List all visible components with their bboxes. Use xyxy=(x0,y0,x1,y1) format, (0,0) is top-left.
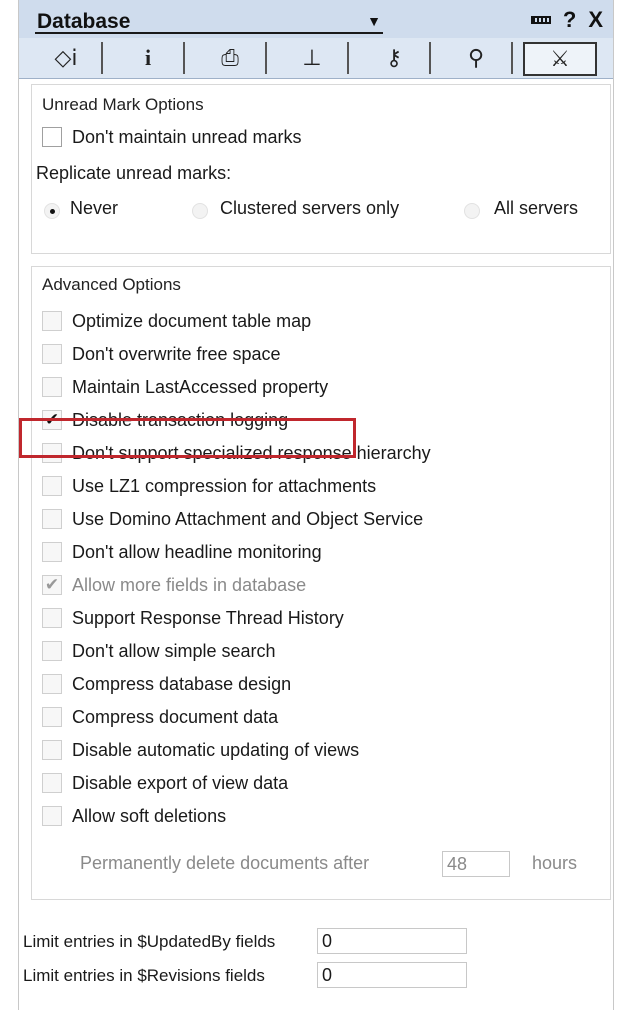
advanced-icon: ⚔ xyxy=(550,46,570,71)
advanced-option-label: Allow soft deletions xyxy=(72,806,227,826)
advanced-option-label: Disable automatic updating of views xyxy=(72,740,360,760)
checkbox-label: Don't maintain unread marks xyxy=(72,127,302,147)
advanced-option-label: Don't allow simple search xyxy=(72,641,276,661)
advanced-option-label: Support Response Thread History xyxy=(72,608,344,628)
advanced-option-checkbox[interactable] xyxy=(42,344,62,364)
help-icon[interactable]: ? xyxy=(563,7,576,33)
advanced-option-checkbox[interactable] xyxy=(42,476,62,496)
soft-delete-prefix: Permanently delete documents after xyxy=(80,853,370,873)
radio-label: All servers xyxy=(494,198,579,218)
advanced-option-checkbox[interactable] xyxy=(42,311,62,331)
collapse-icon[interactable] xyxy=(530,16,551,24)
search-icon: ⚲ xyxy=(467,45,485,70)
advanced-option-checkbox[interactable] xyxy=(42,806,62,826)
tab-basics[interactable]: ◇ⅰ xyxy=(31,42,103,74)
advanced-option-label: Optimize document table map xyxy=(72,311,312,331)
advanced-option-checkbox[interactable] xyxy=(42,707,62,727)
properties-type-dropdown[interactable]: Database ▼ xyxy=(35,10,383,34)
radio-label: Never xyxy=(70,198,119,218)
panel-title: Database xyxy=(37,10,131,33)
advanced-option-checkbox[interactable] xyxy=(42,773,62,793)
section-title: Unread Mark Options xyxy=(42,95,204,114)
advanced-option-checkbox[interactable] xyxy=(42,641,62,661)
advanced-option-label: Maintain LastAccessed property xyxy=(72,377,329,397)
design-icon: ⊥ xyxy=(302,45,322,70)
unread-mark-section: Unread Mark Options Don't maintain unrea… xyxy=(31,84,611,254)
advanced-option-checkbox[interactable] xyxy=(42,740,62,760)
advanced-options-section: Advanced Options Optimize document table… xyxy=(31,266,611,900)
tab-search[interactable]: ⚲ xyxy=(441,42,513,74)
advanced-option-label: Use LZ1 compression for attachments xyxy=(72,476,377,496)
title-bar: Database ▼ ? X xyxy=(19,0,613,39)
database-properties-panel: Database ▼ ? X ◇ⅰ i ⎙ ⊥ ⚷ ⚲ ⚔ Unread Mar… xyxy=(18,0,614,1010)
advanced-option-checkbox[interactable] xyxy=(42,542,62,562)
section-title: Advanced Options xyxy=(42,275,181,294)
advanced-option-checkbox: ✔ xyxy=(42,575,62,595)
advanced-option-checkbox[interactable] xyxy=(42,377,62,397)
window-controls: ? X xyxy=(530,7,603,33)
tab-info[interactable]: i xyxy=(113,42,185,74)
advanced-option-label: Don't allow headline monitoring xyxy=(72,542,322,562)
advanced-option-label: Use Domino Attachment and Object Service xyxy=(72,509,424,529)
advanced-option-label: Disable export of view data xyxy=(72,773,289,793)
tab-design[interactable]: ⊥ xyxy=(277,42,349,74)
key-icon: ⚷ xyxy=(385,45,403,70)
info-icon: i xyxy=(144,45,152,70)
advanced-option-label: Don't overwrite free space xyxy=(72,344,281,364)
radio-clustered[interactable] xyxy=(192,203,208,219)
printer-icon: ⎙ xyxy=(221,45,239,70)
advanced-option-checkbox[interactable] xyxy=(42,509,62,529)
radio-never[interactable] xyxy=(44,203,60,219)
advanced-option-label: Compress document data xyxy=(72,707,279,727)
tab-print[interactable]: ⎙ xyxy=(195,42,267,74)
updatedby-limit-field[interactable] xyxy=(317,928,467,954)
advanced-option-checkbox[interactable] xyxy=(42,674,62,694)
updatedby-limit-label: Limit entries in $UpdatedBy fields xyxy=(23,932,276,951)
revisions-limit-label: Limit entries in $Revisions fields xyxy=(23,966,265,985)
dont-maintain-unread-checkbox[interactable] xyxy=(42,127,62,147)
radio-label: Clustered servers only xyxy=(220,198,400,218)
advanced-option-label: Allow more fields in database xyxy=(72,575,307,595)
close-icon[interactable]: X xyxy=(588,7,603,33)
radio-all-servers[interactable] xyxy=(464,203,480,219)
advanced-option-checkbox[interactable] xyxy=(42,608,62,628)
tab-strip: ◇ⅰ i ⎙ ⊥ ⚷ ⚲ ⚔ xyxy=(19,38,613,79)
chevron-down-icon: ▼ xyxy=(367,13,381,29)
highlight-box xyxy=(19,418,356,458)
soft-delete-suffix: hours xyxy=(532,853,578,873)
tab-advanced[interactable]: ⚔ xyxy=(523,42,597,76)
replicate-label: Replicate unread marks: xyxy=(36,163,232,183)
tab-launch[interactable]: ⚷ xyxy=(359,42,431,74)
soft-delete-days-field[interactable] xyxy=(442,851,510,877)
advanced-option-label: Compress database design xyxy=(72,674,292,694)
revisions-limit-field[interactable] xyxy=(317,962,467,988)
info-pages-icon: ◇ⅰ xyxy=(54,45,78,70)
